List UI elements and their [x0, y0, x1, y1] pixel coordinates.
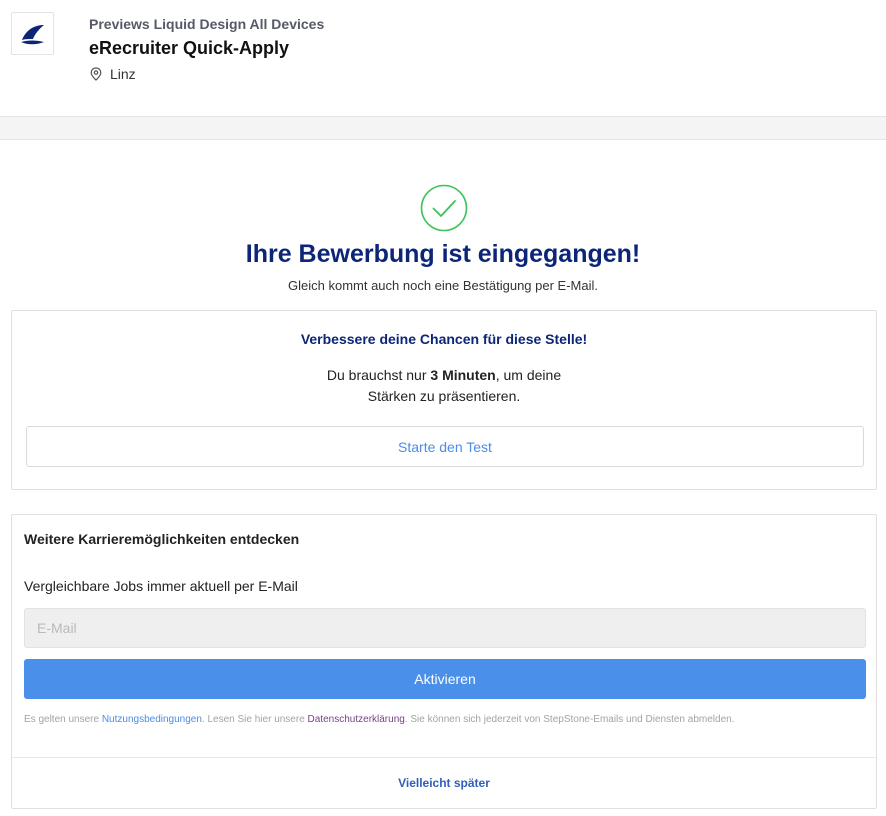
terms-of-use-link[interactable]: Nutzungsbedingungen — [102, 714, 202, 725]
email-input[interactable] — [24, 608, 866, 648]
separator-band — [0, 116, 886, 140]
job-header: Previews Liquid Design All Devices eRecr… — [0, 0, 886, 116]
card-divider — [12, 757, 876, 758]
location-text: Linz — [110, 66, 136, 82]
job-location: Linz — [89, 66, 136, 82]
company-logo[interactable] — [11, 12, 54, 55]
career-opportunities-card: Weitere Karrieremöglichkeiten entdecken … — [11, 514, 877, 809]
terms-text-2: . Lesen Sie hier unsere — [201, 714, 308, 725]
maybe-later-link[interactable]: Vielleicht später — [12, 776, 876, 790]
check-circle-icon — [420, 184, 468, 232]
career-card-title: Weitere Karrieremöglichkeiten entdecken — [24, 531, 300, 547]
terms-text-3: . Sie können sich jederzeit von StepSton… — [404, 714, 735, 725]
success-subtitle: Gleich kommt auch noch eine Bestätigung … — [288, 278, 598, 293]
improve-text-duration: 3 Minuten — [430, 367, 496, 383]
location-pin-icon — [90, 67, 102, 81]
terms-notice: Es gelten unsere Nutzungsbedingungen. Le… — [24, 712, 824, 727]
company-name: Previews Liquid Design All Devices — [89, 16, 325, 32]
job-title: eRecruiter Quick-Apply — [89, 38, 290, 58]
privacy-policy-link[interactable]: Datenschutzerklärung — [308, 714, 405, 725]
activate-button[interactable]: Aktivieren — [24, 659, 866, 699]
improve-card-text: Du brauchst nur 3 Minuten, um deine Stär… — [12, 365, 876, 407]
terms-text-1: Es gelten unsere — [24, 714, 102, 725]
job-alert-label: Vergleichbare Jobs immer aktuell per E-M… — [24, 578, 298, 594]
success-title: Ihre Bewerbung ist eingegangen! — [245, 240, 641, 268]
start-test-button[interactable]: Starte den Test — [26, 426, 864, 467]
improve-chances-card: Verbessere deine Chancen für diese Stell… — [11, 310, 877, 490]
improve-text-start: Du brauchst nur — [326, 367, 431, 383]
improve-text-end: , um deine — [495, 367, 562, 383]
improve-card-title: Verbessere deine Chancen für diese Stell… — [300, 331, 588, 347]
improve-text-line2: Stärken zu präsentieren. — [367, 388, 521, 404]
sail-logo-icon — [20, 24, 44, 44]
